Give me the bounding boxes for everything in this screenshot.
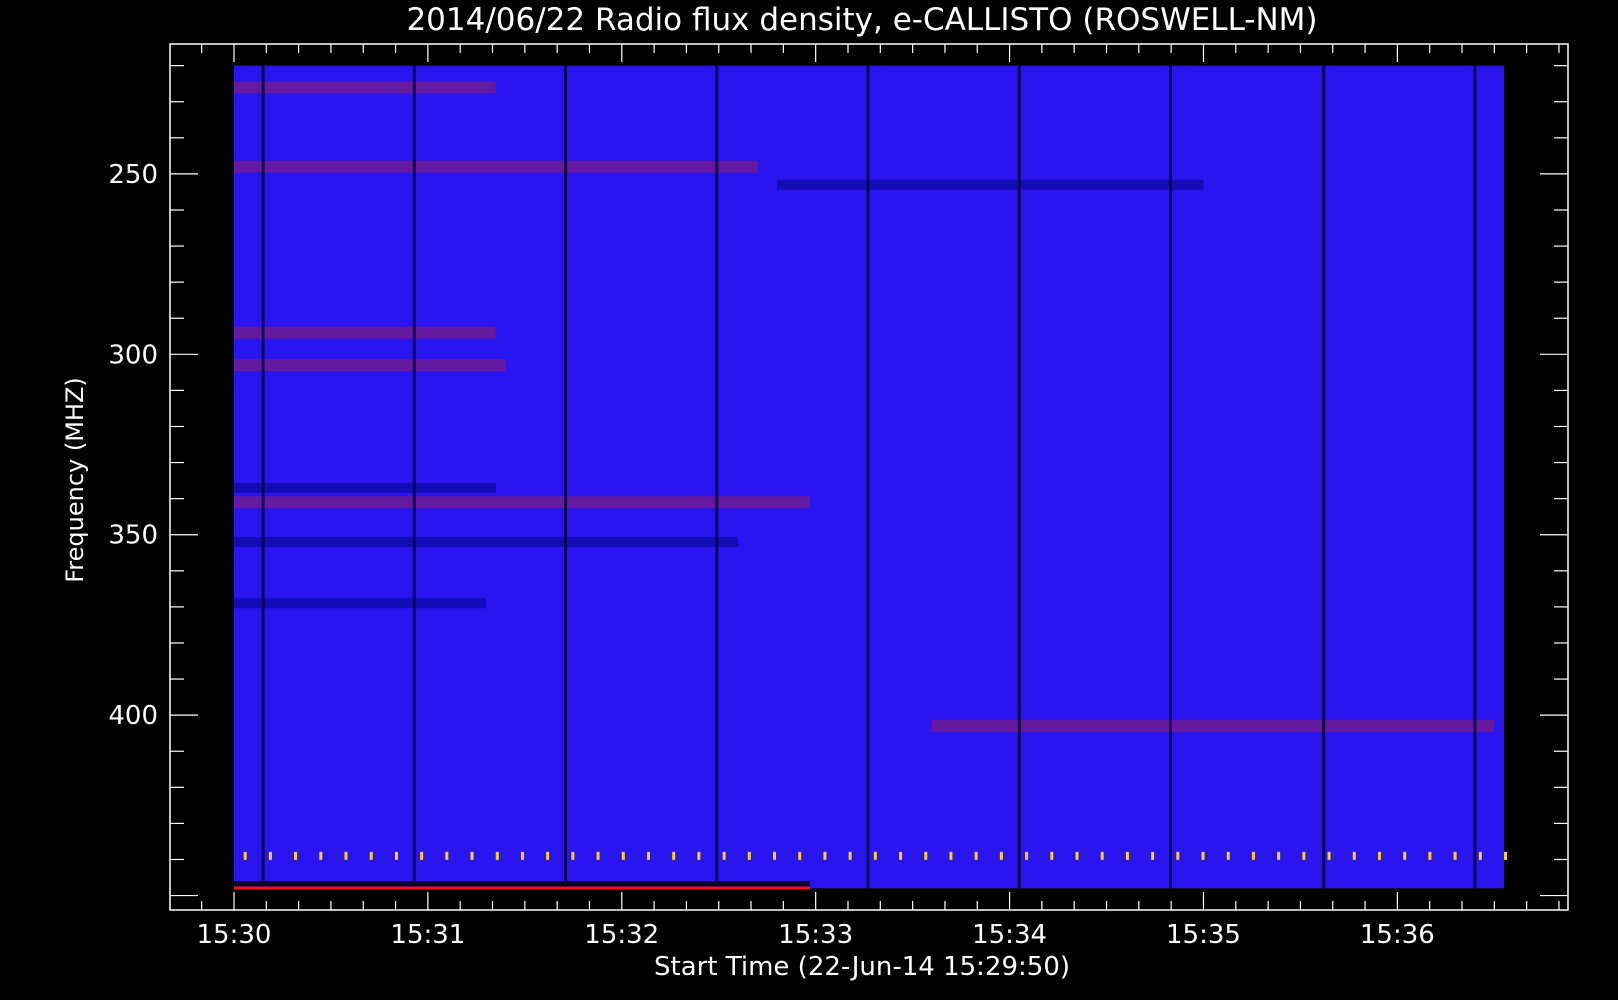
- spike-point: [1352, 851, 1356, 860]
- dark-column: [1169, 65, 1173, 889]
- spike-point: [1100, 851, 1104, 860]
- spike-point: [823, 851, 827, 860]
- spike-point: [722, 851, 726, 860]
- calibration-line: [233, 886, 810, 890]
- spike-point: [571, 851, 575, 860]
- dark-column: [1322, 65, 1326, 889]
- spike-point: [1226, 851, 1230, 860]
- spike-point: [621, 851, 625, 860]
- spike-point: [974, 851, 978, 860]
- dark-column: [564, 65, 568, 889]
- low-band: [233, 536, 739, 547]
- dark-column: [866, 65, 870, 889]
- x-tick-label: 15:32: [584, 920, 659, 950]
- low-band: [776, 179, 1204, 190]
- chart-title: 2014/06/22 Radio flux density, e-CALLIST…: [406, 2, 1317, 38]
- spike-point: [319, 851, 323, 860]
- dark-column: [412, 65, 416, 889]
- x-tick-label: 15:35: [1166, 920, 1241, 950]
- spike-point: [848, 851, 852, 860]
- dark-column: [715, 65, 719, 889]
- enhanced-band: [233, 326, 496, 339]
- spike-point: [1428, 851, 1432, 860]
- spike-point: [520, 851, 524, 860]
- spike-point: [1151, 851, 1155, 860]
- spike-point: [344, 851, 348, 860]
- spike-point: [899, 851, 903, 860]
- spike-point: [294, 851, 298, 860]
- spike-point: [1201, 851, 1205, 860]
- enhanced-band: [233, 496, 810, 509]
- spike-point: [773, 851, 777, 860]
- enhanced-band: [233, 160, 758, 173]
- spike-point: [999, 851, 1003, 860]
- spike-point: [445, 851, 449, 860]
- y-tick-label: 250: [108, 160, 158, 190]
- x-tick-label: 15:36: [1360, 920, 1435, 950]
- plot-area: [233, 65, 1508, 890]
- x-axis-label: Start Time (22-Jun-14 15:29:50): [654, 952, 1070, 982]
- spike-point: [596, 851, 600, 860]
- spike-point: [243, 851, 247, 860]
- spectrogram-chart: 2014/06/22 Radio flux density, e-CALLIST…: [0, 0, 1618, 1000]
- spike-point: [924, 851, 928, 860]
- y-tick-label: 300: [108, 340, 158, 370]
- spike-point: [949, 851, 953, 860]
- spike-point: [1478, 851, 1482, 860]
- spike-point: [646, 851, 650, 860]
- spike-point: [697, 851, 701, 860]
- enhanced-band: [233, 81, 496, 94]
- spike-point: [1176, 851, 1180, 860]
- y-tick-label: 400: [108, 701, 158, 731]
- spike-point: [495, 851, 499, 860]
- spike-point: [1025, 851, 1029, 860]
- dark-column: [261, 65, 265, 889]
- low-band: [233, 482, 496, 493]
- x-tick-label: 15:30: [197, 920, 272, 950]
- spike-point: [1251, 851, 1255, 860]
- spike-point: [420, 851, 424, 860]
- spike-point: [1504, 851, 1508, 860]
- spike-point: [1050, 851, 1054, 860]
- spike-point: [268, 851, 272, 860]
- enhanced-band: [932, 719, 1495, 732]
- y-tick-label: 350: [108, 521, 158, 551]
- spike-point: [873, 851, 877, 860]
- spike-point: [1125, 851, 1129, 860]
- x-tick-label: 15:31: [390, 920, 465, 950]
- dark-column: [1017, 65, 1021, 889]
- spike-point: [394, 851, 398, 860]
- spike-point: [672, 851, 676, 860]
- x-tick-label: 15:34: [972, 920, 1047, 950]
- spike-point: [1453, 851, 1457, 860]
- dark-column: [1473, 65, 1477, 889]
- spike-point: [1403, 851, 1407, 860]
- y-axis-label: Frequency (MHZ): [61, 377, 89, 583]
- low-band: [233, 598, 487, 609]
- spike-point: [470, 851, 474, 860]
- spike-point: [546, 851, 550, 860]
- x-tick-label: 15:33: [778, 920, 853, 950]
- spike-point: [1377, 851, 1381, 860]
- enhanced-band: [233, 359, 506, 372]
- spike-point: [369, 851, 373, 860]
- spike-point: [1075, 851, 1079, 860]
- spike-point: [798, 851, 802, 860]
- spike-point: [1302, 851, 1306, 860]
- spike-point: [1277, 851, 1281, 860]
- spike-point: [747, 851, 751, 860]
- spike-point: [1327, 851, 1331, 860]
